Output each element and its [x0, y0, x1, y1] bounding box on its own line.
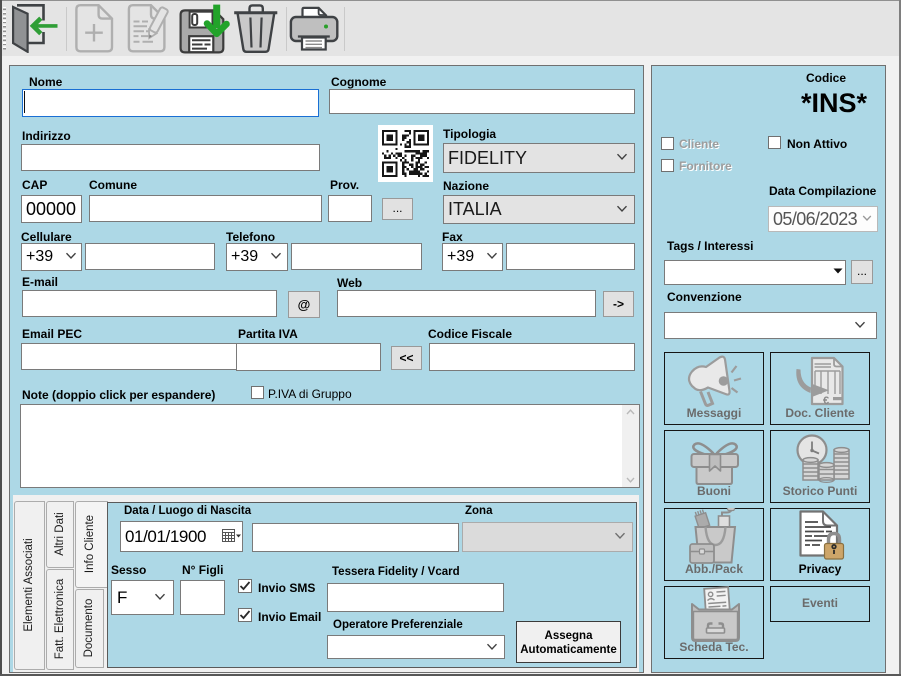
- svg-text:€: €: [823, 395, 829, 407]
